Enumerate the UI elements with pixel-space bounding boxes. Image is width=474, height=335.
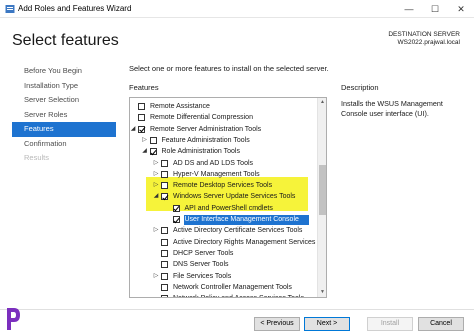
tree-item[interactable]: Network Controller Management Tools bbox=[130, 282, 318, 293]
wizard-header: Select features DESTINATION SERVER WS202… bbox=[0, 18, 474, 60]
close-button[interactable]: ✕ bbox=[448, 0, 474, 18]
feature-label: DHCP Server Tools bbox=[173, 249, 234, 257]
expand-toggle-icon[interactable]: ▷ bbox=[141, 135, 149, 146]
nav-item-installation-type[interactable]: Installation Type bbox=[12, 79, 116, 94]
tree-item[interactable]: Active Directory Rights Management Servi… bbox=[130, 237, 326, 248]
feature-label: Network Policy and Access Services Tools bbox=[173, 293, 304, 297]
expand-toggle-icon[interactable]: ▷ bbox=[152, 169, 160, 180]
nav-item-server-roles[interactable]: Server Roles bbox=[12, 108, 116, 123]
feature-checkbox[interactable] bbox=[149, 136, 157, 144]
cancel-button[interactable]: Cancel bbox=[418, 317, 464, 331]
main-content: Select one or more features to install o… bbox=[129, 64, 464, 118]
tree-item[interactable]: ▷ Active Directory Certificate Services T… bbox=[130, 225, 318, 236]
feature-checkbox[interactable] bbox=[161, 193, 168, 201]
expand-toggle-icon[interactable]: ◢ bbox=[130, 124, 137, 135]
feature-checkbox[interactable] bbox=[138, 114, 145, 122]
scroll-thumb[interactable] bbox=[319, 165, 326, 215]
tree-item[interactable]: ◢ Role Administration Tools bbox=[130, 146, 318, 157]
expand-toggle-icon[interactable]: ▷ bbox=[152, 158, 160, 169]
expand-toggle-icon[interactable]: ▷ bbox=[152, 225, 160, 236]
tree-item[interactable]: ▷ Remote Desktop Services Tools bbox=[130, 180, 318, 191]
tree-item[interactable]: ▷ File Services Tools bbox=[130, 271, 318, 282]
tree-item[interactable]: DNS Server Tools bbox=[130, 259, 318, 270]
feature-checkbox[interactable] bbox=[161, 182, 168, 190]
feature-checkbox[interactable] bbox=[161, 272, 168, 280]
tree-item[interactable]: ◢ Remote Server Administration Tools bbox=[130, 124, 318, 135]
intro-text: Select one or more features to install o… bbox=[129, 64, 329, 73]
page-title: Select features bbox=[12, 32, 119, 49]
destination-server-value: WS2022.prajwal.local bbox=[397, 39, 460, 46]
expand-toggle-icon[interactable]: ◢ bbox=[141, 146, 149, 157]
next-button[interactable]: Next > bbox=[304, 317, 350, 331]
expand-toggle-icon[interactable]: ▷ bbox=[152, 271, 160, 282]
tree-item[interactable]: ▷ Feature Administration Tools bbox=[130, 135, 318, 146]
maximize-button[interactable]: ☐ bbox=[422, 0, 448, 18]
nav-item-confirmation[interactable]: Confirmation bbox=[12, 137, 116, 152]
feature-checkbox[interactable] bbox=[172, 216, 180, 223]
server-manager-icon bbox=[5, 5, 15, 13]
feature-label: Windows Server Update Services Tools bbox=[173, 193, 296, 201]
tree-item[interactable]: Network Policy and Access Services Tools bbox=[130, 293, 318, 297]
nav-item-features[interactable]: Features bbox=[12, 122, 116, 137]
description-heading: Description bbox=[341, 83, 379, 92]
nav-item-before-you-begin[interactable]: Before You Begin bbox=[12, 64, 116, 79]
previous-button[interactable]: < Previous bbox=[254, 317, 300, 331]
wizard-steps-nav: Before You Begin Installation Type Serve… bbox=[12, 64, 116, 166]
window-title: Add Roles and Features Wizard bbox=[18, 4, 132, 13]
install-button: Install bbox=[367, 317, 413, 331]
feature-label: Hyper-V Management Tools bbox=[173, 170, 260, 178]
feature-label: Remote Desktop Services Tools bbox=[173, 182, 273, 190]
tree-item[interactable]: DHCP Server Tools bbox=[130, 248, 318, 259]
footer-divider bbox=[0, 309, 474, 310]
tree-item[interactable]: User Interface Management Console bbox=[130, 214, 318, 225]
feature-label: Role Administration Tools bbox=[161, 148, 240, 156]
feature-label: DNS Server Tools bbox=[173, 261, 229, 269]
feature-checkbox[interactable] bbox=[161, 238, 168, 246]
feature-label: API and PowerShell cmdlets bbox=[184, 204, 273, 212]
feature-checkbox[interactable] bbox=[161, 295, 168, 297]
feature-label: User Interface Management Console bbox=[184, 216, 299, 223]
feature-checkbox[interactable] bbox=[161, 170, 168, 178]
feature-label: Active Directory Certificate Services To… bbox=[173, 227, 303, 235]
features-tree[interactable]: Remote Assistance Remote Differential Com… bbox=[129, 97, 327, 298]
tree-item[interactable]: ▷ Hyper-V Management Tools bbox=[130, 169, 318, 180]
feature-checkbox[interactable] bbox=[172, 204, 180, 212]
tree-item[interactable]: ◢ Windows Server Update Services Tools bbox=[130, 191, 318, 202]
feature-label: Network Controller Management Tools bbox=[173, 283, 292, 291]
feature-checkbox[interactable] bbox=[161, 261, 168, 269]
feature-checkbox[interactable] bbox=[138, 103, 145, 110]
feature-label: Remote Server Administration Tools bbox=[150, 125, 262, 133]
feature-label: Remote Assistance bbox=[150, 103, 210, 110]
feature-checkbox[interactable] bbox=[161, 159, 168, 167]
feature-label: Remote Differential Compression bbox=[150, 114, 253, 122]
feature-label: Feature Administration Tools bbox=[161, 136, 250, 144]
expand-toggle-icon[interactable]: ▷ bbox=[152, 180, 160, 191]
brand-logo bbox=[7, 308, 20, 330]
feature-label: AD DS and AD LDS Tools bbox=[173, 159, 254, 167]
destination-server-label: DESTINATION SERVER bbox=[388, 31, 460, 38]
nav-item-server-selection[interactable]: Server Selection bbox=[12, 93, 116, 108]
minimize-button[interactable]: — bbox=[396, 0, 422, 18]
feature-checkbox[interactable] bbox=[161, 249, 168, 257]
feature-checkbox[interactable] bbox=[149, 148, 157, 156]
tree-item[interactable]: API and PowerShell cmdlets bbox=[130, 203, 318, 214]
feature-checkbox[interactable] bbox=[161, 227, 168, 235]
nav-item-results: Results bbox=[24, 153, 50, 162]
features-heading: Features bbox=[129, 83, 159, 92]
tree-item[interactable]: Remote Differential Compression bbox=[130, 112, 318, 123]
tree-item[interactable]: Remote Assistance bbox=[130, 101, 318, 112]
feature-label: File Services Tools bbox=[173, 272, 232, 280]
tree-scrollbar[interactable]: ▲ ▼ bbox=[317, 98, 326, 297]
tree-item[interactable]: ▷ AD DS and AD LDS Tools bbox=[130, 158, 318, 169]
feature-checkbox[interactable] bbox=[161, 283, 168, 291]
feature-checkbox[interactable] bbox=[138, 125, 145, 133]
scroll-up-arrow-icon[interactable]: ▲ bbox=[318, 98, 326, 107]
scroll-down-arrow-icon[interactable]: ▼ bbox=[318, 288, 326, 297]
expand-toggle-icon[interactable]: ◢ bbox=[152, 191, 160, 202]
title-bar: Add Roles and Features Wizard — ☐ ✕ bbox=[0, 0, 474, 18]
feature-label: Active Directory Rights Management Servi… bbox=[173, 238, 327, 246]
description-text: Installs the WSUS Management Console use… bbox=[341, 99, 443, 118]
